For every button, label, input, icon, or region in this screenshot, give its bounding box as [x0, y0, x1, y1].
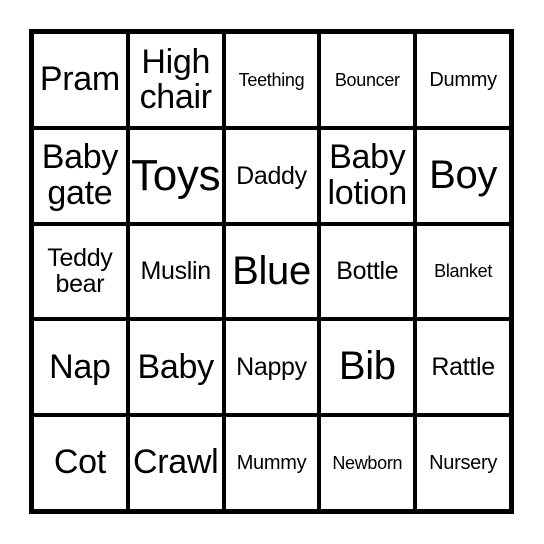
bingo-cell[interactable]: Blanket — [417, 225, 509, 318]
bingo-cell[interactable]: Boy — [417, 129, 509, 222]
bingo-cell[interactable]: Toys — [129, 129, 222, 222]
bingo-cell[interactable]: Nappy — [225, 321, 318, 414]
bingo-card-grid: Pram High chair Teething Bouncer Dummy Baby g… — [29, 29, 514, 514]
bingo-cell[interactable]: Rattle — [417, 321, 509, 414]
bingo-cell[interactable]: Muslin — [129, 225, 222, 318]
bingo-cell[interactable]: Teddy bear — [34, 225, 126, 318]
bingo-cell[interactable]: Bib — [321, 321, 414, 414]
bingo-cell[interactable]: Bottle — [321, 225, 414, 318]
bingo-cell[interactable]: Nap — [34, 321, 126, 414]
bingo-cell[interactable]: Baby — [129, 321, 222, 414]
bingo-cell[interactable]: Dummy — [417, 34, 509, 126]
bingo-cell[interactable]: High chair — [129, 34, 222, 126]
bingo-cell[interactable]: Blue — [225, 225, 318, 318]
bingo-cell[interactable]: Teething — [225, 34, 318, 126]
bingo-cell[interactable]: Mummy — [225, 417, 318, 509]
bingo-cell[interactable]: Pram — [34, 34, 126, 126]
bingo-cell[interactable]: Crawl — [129, 417, 222, 509]
bingo-cell[interactable]: Cot — [34, 417, 126, 509]
bingo-cell[interactable]: Bouncer — [321, 34, 414, 126]
bingo-cell[interactable]: Baby lotion — [321, 129, 414, 222]
bingo-cell[interactable]: Newborn — [321, 417, 414, 509]
bingo-cell[interactable]: Daddy — [225, 129, 318, 222]
bingo-cell[interactable]: Baby gate — [34, 129, 126, 222]
bingo-cell[interactable]: Nursery — [417, 417, 509, 509]
